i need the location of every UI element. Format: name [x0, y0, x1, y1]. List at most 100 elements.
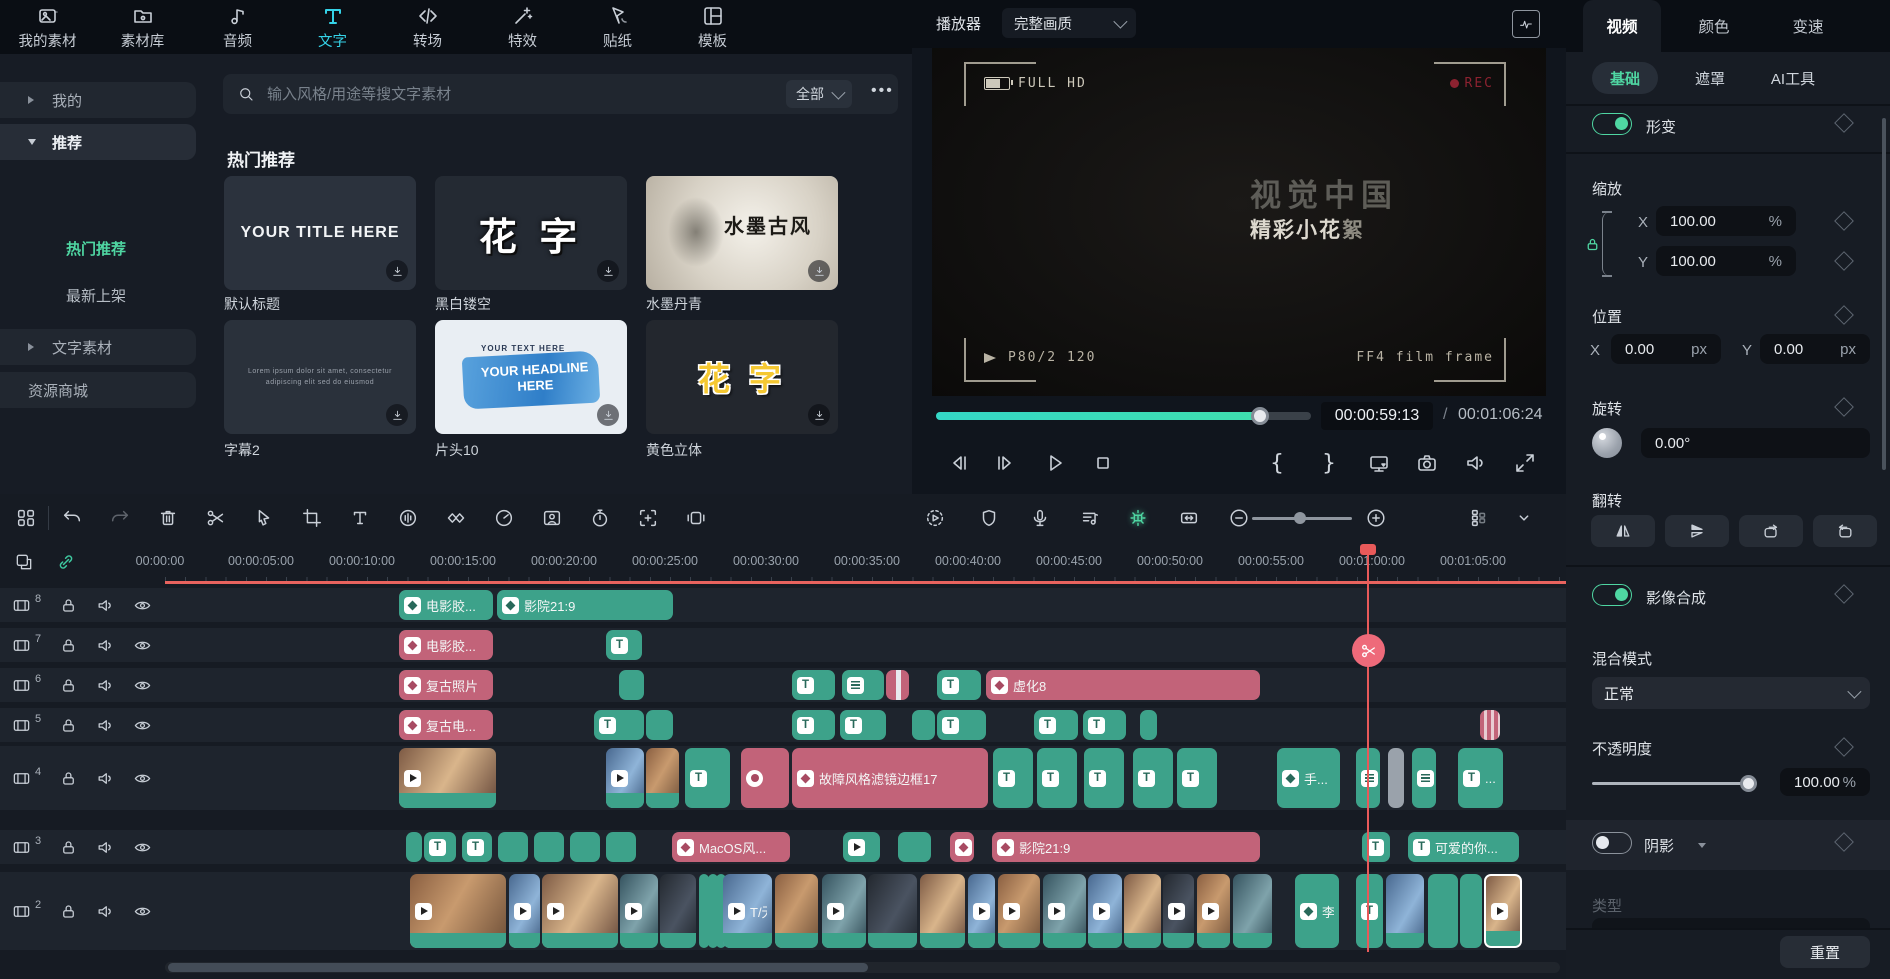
nav-stickers[interactable]: 贴纸	[570, 0, 665, 54]
opacity-slider-handle[interactable]	[1740, 775, 1757, 792]
playhead-marker[interactable]	[1360, 544, 1376, 555]
quality-dropdown[interactable]: 完整画质	[1002, 8, 1136, 38]
keyframe-icon[interactable]	[1834, 305, 1854, 325]
timeline-clip[interactable]	[606, 832, 636, 862]
template-card-opener10[interactable]: YOUR TEXT HERE YOUR HEADLINE HERE	[435, 320, 627, 434]
keyframe-icon[interactable]	[1834, 251, 1854, 271]
timeline-clip[interactable]: T	[1177, 748, 1217, 808]
timeline-ruler[interactable]: 00:00:0000:00:05:0000:00:10:0000:00:15:0…	[0, 548, 1566, 582]
timeline-clip[interactable]	[498, 832, 528, 862]
transform-toggle[interactable]	[1592, 113, 1632, 135]
nav-audio[interactable]: 音频	[190, 0, 285, 54]
download-icon[interactable]	[597, 260, 619, 282]
timeline-clip[interactable]: T	[1133, 748, 1173, 808]
sidebar-item-recommend[interactable]: 推荐	[0, 124, 196, 160]
timeline-clip[interactable]	[868, 874, 917, 948]
lock-icon[interactable]	[1584, 236, 1601, 257]
lock-icon[interactable]	[59, 636, 78, 655]
blend-mode-dropdown[interactable]: 正常	[1592, 677, 1870, 709]
nav-text[interactable]: 文字	[285, 0, 380, 54]
timeline-clip[interactable]	[968, 874, 995, 948]
visibility-icon[interactable]	[133, 676, 152, 695]
reset-button[interactable]: 重置	[1780, 936, 1870, 968]
timeline-clip[interactable]: 影院21:9	[497, 590, 673, 620]
mute-icon[interactable]	[96, 636, 115, 655]
timeline-clip[interactable]	[822, 874, 866, 948]
rotate-field[interactable]: 0.00°	[1641, 428, 1870, 458]
timeline-clip[interactable]: MacOS风...	[672, 832, 790, 862]
layout-grid-icon[interactable]	[12, 504, 40, 532]
timeline-clip[interactable]: T	[937, 710, 986, 740]
timeline-clip[interactable]	[646, 710, 673, 740]
mute-icon[interactable]	[96, 716, 115, 735]
download-icon[interactable]	[808, 260, 830, 282]
keyframe-icon[interactable]	[1834, 113, 1854, 133]
template-card-yellow-3d[interactable]: 花 字	[646, 320, 838, 434]
lock-icon[interactable]	[59, 716, 78, 735]
timeline-clip[interactable]: T	[1034, 710, 1078, 740]
mark-in-button[interactable]: {	[1260, 446, 1294, 480]
portrait-icon[interactable]	[538, 504, 566, 532]
seek-handle[interactable]	[1251, 407, 1269, 425]
template-card-ink-wash[interactable]: 水墨古风	[646, 176, 838, 290]
sidebar-item-mine[interactable]: 我的	[0, 82, 196, 118]
timeline-clip[interactable]	[1460, 874, 1482, 948]
timer-icon[interactable]	[586, 504, 614, 532]
performance-monitor-button[interactable]	[1512, 10, 1540, 38]
timeline-clip[interactable]	[886, 670, 909, 700]
inspector-scrollbar[interactable]	[1882, 118, 1886, 470]
timeline-clip[interactable]: 手...	[1277, 748, 1340, 808]
timeline-clip[interactable]	[1140, 710, 1157, 740]
sidebar-item-text-assets[interactable]: 文字素材	[0, 329, 196, 365]
subtab-ai-tools[interactable]: AI工具	[1758, 62, 1828, 94]
position-y-field[interactable]: 0.00px	[1760, 334, 1870, 364]
subtab-mask[interactable]: 遮罩	[1680, 62, 1740, 94]
timeline-clip[interactable]	[509, 874, 540, 948]
timeline-clip[interactable]: T	[606, 630, 642, 660]
timeline-clip[interactable]	[570, 832, 600, 862]
tab-color[interactable]: 颜色	[1684, 0, 1744, 52]
track-width-icon[interactable]	[1175, 504, 1203, 532]
timeline-hscrollbar[interactable]	[165, 962, 1560, 973]
visibility-icon[interactable]	[133, 716, 152, 735]
timeline-clip[interactable]: T/无...	[723, 874, 772, 948]
rotate-cw-button[interactable]	[1739, 515, 1803, 547]
timeline-clip[interactable]	[843, 832, 880, 862]
lock-icon[interactable]	[59, 676, 78, 695]
mute-icon[interactable]	[96, 676, 115, 695]
timeline-clip[interactable]: 影院21:9	[992, 832, 1260, 862]
compositing-toggle[interactable]	[1592, 584, 1632, 606]
timeline-clip[interactable]: T	[792, 710, 835, 740]
visibility-icon[interactable]	[133, 902, 152, 921]
track-header[interactable]: 5	[0, 708, 152, 742]
delete-icon[interactable]	[154, 504, 182, 532]
scale-x-field[interactable]: 100.00%	[1656, 206, 1796, 236]
timeline-clip[interactable]	[1412, 748, 1436, 808]
timeline-clip[interactable]: T	[1084, 748, 1124, 808]
timeline-clip[interactable]	[842, 670, 884, 700]
timeline-clip[interactable]	[1163, 874, 1194, 948]
timeline-clip[interactable]	[898, 832, 931, 862]
download-icon[interactable]	[808, 404, 830, 426]
smart-clip-icon[interactable]	[1124, 504, 1152, 532]
timeline-clip[interactable]: T	[424, 832, 456, 862]
timeline-clip[interactable]: 复古电...	[399, 710, 493, 740]
keyframe-icon[interactable]	[1834, 211, 1854, 231]
timeline-clip[interactable]: T	[594, 710, 644, 740]
split-icon[interactable]	[202, 504, 230, 532]
timeline-clip[interactable]	[998, 874, 1040, 948]
search-input[interactable]	[265, 85, 699, 104]
playhead[interactable]	[1367, 548, 1369, 952]
sidebar-item-newest[interactable]: 最新上架	[66, 285, 126, 306]
snapshot-button[interactable]	[1410, 446, 1444, 480]
download-icon[interactable]	[386, 404, 408, 426]
track-options-icon[interactable]	[1510, 504, 1538, 532]
zoom-slider-handle[interactable]	[1294, 512, 1306, 524]
mute-icon[interactable]	[96, 902, 115, 921]
clip-preview-icon[interactable]	[682, 504, 710, 532]
timeline-clip[interactable]	[619, 670, 644, 700]
timeline-clip[interactable]	[1484, 874, 1522, 948]
timeline-clip[interactable]	[534, 832, 564, 862]
timeline-clip[interactable]	[646, 748, 679, 808]
timeline-clip[interactable]	[775, 874, 818, 948]
